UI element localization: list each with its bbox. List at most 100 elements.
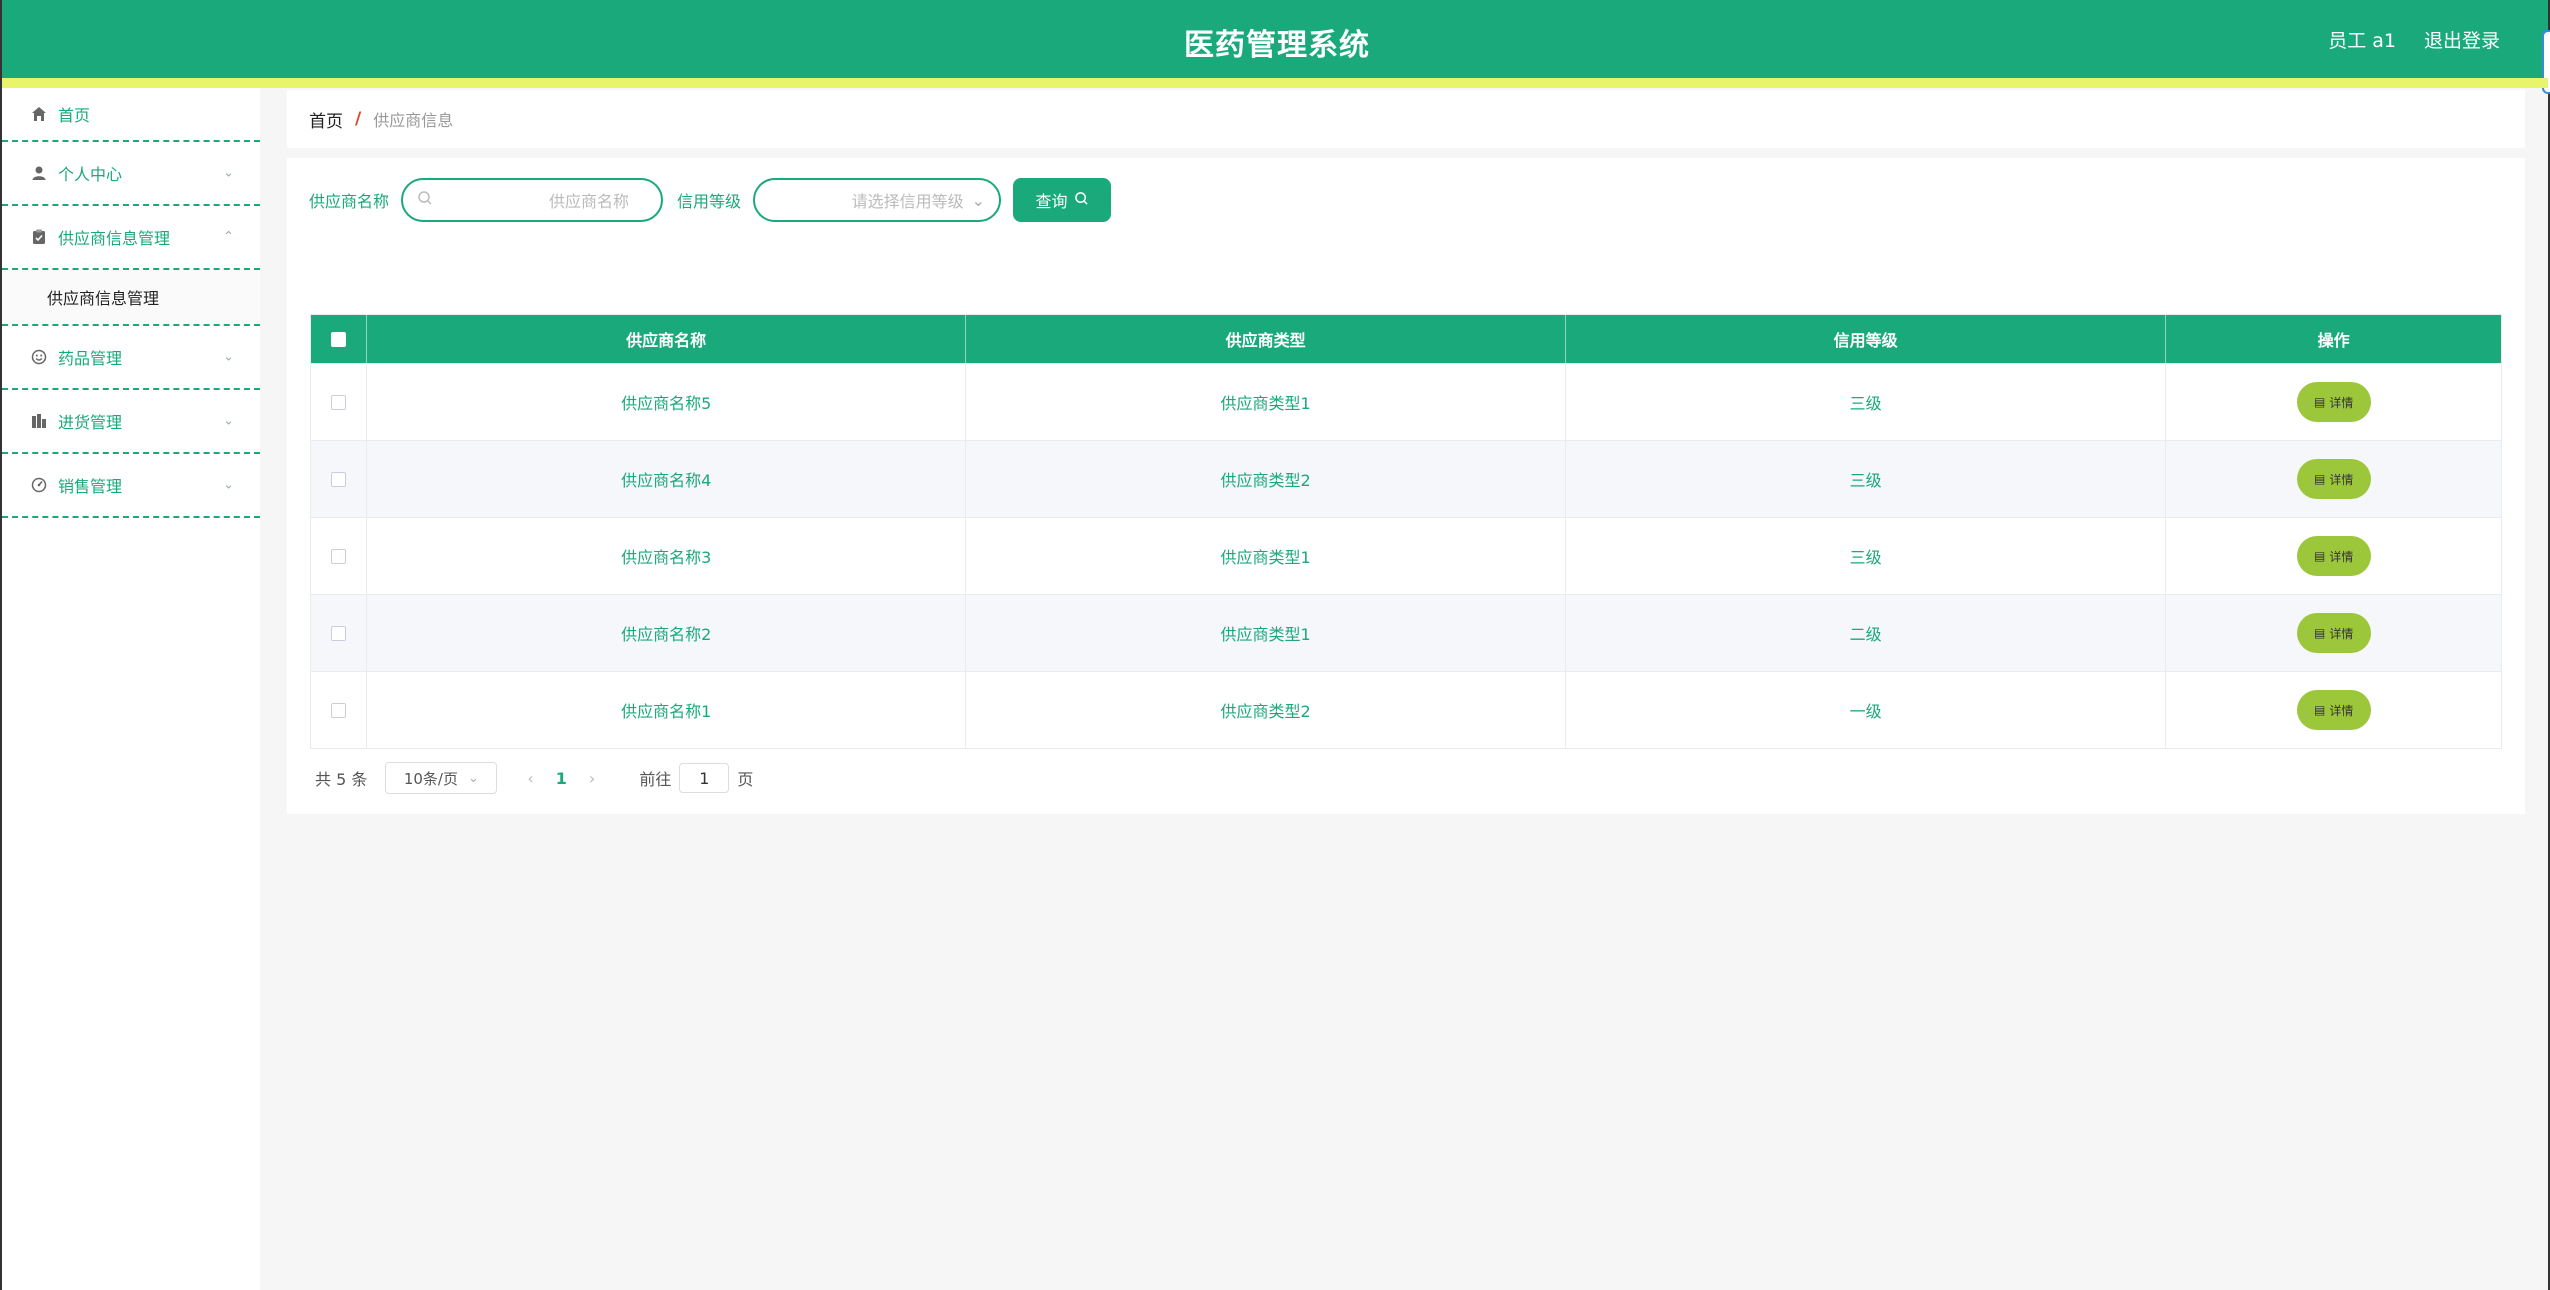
breadcrumb: 首页 / 供应商信息	[287, 90, 2525, 148]
sidebar-item-label: 销售管理	[58, 477, 123, 496]
supplier-name-placeholder: 供应商名称	[549, 192, 630, 211]
next-page-icon[interactable]: ›	[589, 769, 595, 788]
sidebar-item-sales-management[interactable]: 销售管理 ⌄	[2, 454, 260, 518]
prev-page-icon[interactable]: ‹	[527, 769, 533, 788]
app-title: 医药管理系统	[1184, 28, 1370, 63]
detail-button[interactable]: ▤ 详情	[2296, 382, 2371, 422]
sidebar-item-label: 进货管理	[58, 413, 123, 432]
home-icon	[30, 105, 48, 123]
document-icon: ▤	[2313, 395, 2326, 409]
top-header: 医药管理系统 员工 a1 退出登录	[2, 0, 2550, 94]
query-button[interactable]: 查询	[1013, 178, 1112, 222]
supplier-table: 供应商名称 供应商类型 信用等级 操作 供应商名称5 供应商类型1 三级 ▤ 详…	[310, 314, 2502, 749]
search-icon	[417, 190, 433, 210]
detail-button-label: 详情	[2329, 626, 2354, 641]
detail-button-label: 详情	[2329, 472, 2354, 487]
action-cell: ▤ 详情	[2166, 441, 2501, 517]
goto-label: 前往	[639, 770, 672, 789]
breadcrumb-home[interactable]: 首页	[309, 107, 343, 132]
supplier-name-cell: 供应商名称3	[367, 518, 967, 594]
supplier-name-cell: 供应商名称4	[367, 441, 967, 517]
select-all-checkbox[interactable]	[330, 331, 346, 347]
pagination: 共 5 条 10条/页 ⌄ ‹ 1 › 前往 1 页	[315, 762, 753, 794]
credit-level-cell: 三级	[1566, 518, 2167, 594]
user-icon	[30, 164, 48, 182]
chevron-down-icon: ⌄	[223, 349, 234, 365]
action-cell: ▤ 详情	[2166, 518, 2501, 594]
credit-level-cell: 一级	[1566, 672, 2167, 748]
action-cell: ▤ 详情	[2166, 364, 2501, 440]
row-checkbox[interactable]	[330, 394, 346, 410]
goto-page-input[interactable]: 1	[679, 763, 730, 793]
chevron-down-icon: ⌄	[223, 413, 234, 429]
chevron-down-icon: ⌄	[467, 770, 479, 786]
row-checkbox[interactable]	[330, 625, 346, 641]
supplier-name-label: 供应商名称	[309, 192, 390, 211]
supplier-name-cell: 供应商名称1	[367, 672, 967, 748]
supplier-type-cell: 供应商类型2	[966, 441, 1566, 517]
document-icon: ▤	[2313, 703, 2326, 717]
table-row: 供应商名称4 供应商类型2 三级 ▤ 详情	[311, 440, 2501, 517]
sidebar-item-label: 首页	[58, 106, 91, 125]
search-icon	[1074, 191, 1089, 210]
credit-level-select[interactable]: 请选择信用等级 ⌄	[753, 178, 1002, 222]
select-all-cell	[311, 315, 367, 363]
detail-button[interactable]: ▤ 详情	[2296, 613, 2371, 653]
sidebar-item-home[interactable]: 首页	[2, 88, 260, 142]
column-header[interactable]: 信用等级	[1566, 315, 2167, 363]
breadcrumb-separator: /	[355, 109, 362, 129]
action-cell: ▤ 详情	[2166, 595, 2501, 671]
column-header[interactable]: 供应商类型	[966, 315, 1566, 363]
credit-level-cell: 三级	[1566, 364, 2167, 440]
document-icon: ▤	[2313, 626, 2326, 640]
sidebar-item-label: 药品管理	[58, 349, 123, 368]
sidebar-item-personal-center[interactable]: 个人中心 ⌄	[2, 142, 260, 206]
row-checkbox-cell	[311, 364, 367, 440]
row-checkbox[interactable]	[330, 471, 346, 487]
sidebar-subitem-supplier-info[interactable]: 供应商信息管理	[2, 270, 260, 326]
page-size-select[interactable]: 10条/页 ⌄	[385, 762, 498, 794]
user-name[interactable]: 员工 a1	[2328, 26, 2396, 53]
supplier-type-cell: 供应商类型1	[966, 595, 1566, 671]
sidebar: 首页 个人中心 ⌄ 供应商信息管理 ⌃ 供应商信息管理 药品管理 ⌄ 进货管理 …	[2, 88, 260, 1290]
page-size-value: 10条/页	[403, 769, 458, 788]
chevron-down-icon: ⌄	[223, 477, 234, 493]
row-checkbox[interactable]	[330, 702, 346, 718]
row-checkbox-cell	[311, 441, 367, 517]
gauge-icon	[30, 476, 48, 494]
chevron-down-icon: ⌄	[223, 165, 234, 181]
sidebar-item-supplier-management[interactable]: 供应商信息管理 ⌃	[2, 206, 260, 270]
table-row: 供应商名称2 供应商类型1 二级 ▤ 详情	[311, 594, 2501, 671]
page-number-current[interactable]: 1	[556, 769, 567, 788]
table-row: 供应商名称1 供应商类型2 一级 ▤ 详情	[311, 671, 2501, 748]
supplier-type-cell: 供应商类型2	[966, 672, 1566, 748]
chevron-down-icon: ⌄	[971, 190, 986, 210]
sidebar-item-label: 个人中心	[58, 165, 123, 184]
detail-button-label: 详情	[2329, 703, 2354, 718]
row-checkbox[interactable]	[330, 548, 346, 564]
clipboard-icon	[30, 228, 48, 246]
credit-level-cell: 三级	[1566, 441, 2167, 517]
row-checkbox-cell	[311, 672, 367, 748]
detail-button[interactable]: ▤ 详情	[2296, 536, 2371, 576]
header-accent-strip	[2, 78, 2548, 88]
credit-level-label: 信用等级	[677, 192, 742, 211]
sidebar-item-purchase-management[interactable]: 进货管理 ⌄	[2, 390, 260, 454]
detail-button[interactable]: ▤ 详情	[2296, 459, 2371, 499]
logout-button[interactable]: 退出登录	[2424, 26, 2500, 53]
supplier-name-input[interactable]: 供应商名称	[401, 178, 664, 222]
document-icon: ▤	[2313, 472, 2326, 486]
detail-button[interactable]: ▤ 详情	[2296, 690, 2371, 730]
query-button-label: 查询	[1035, 192, 1068, 211]
row-checkbox-cell	[311, 518, 367, 594]
search-bar: 供应商名称 供应商名称 信用等级 请选择信用等级 ⌄ 查询	[309, 178, 1112, 222]
table-row: 供应商名称3 供应商类型1 三级 ▤ 详情	[311, 517, 2501, 594]
credit-level-placeholder: 请选择信用等级	[851, 192, 964, 211]
credit-level-cell: 二级	[1566, 595, 2167, 671]
sidebar-item-label: 供应商信息管理	[58, 229, 171, 248]
main-panel: 供应商名称 供应商名称 信用等级 请选择信用等级 ⌄ 查询 供应商名称 供应商类…	[287, 158, 2525, 814]
smile-icon	[30, 348, 48, 366]
sidebar-item-drug-management[interactable]: 药品管理 ⌄	[2, 326, 260, 390]
action-cell: ▤ 详情	[2166, 672, 2501, 748]
column-header[interactable]: 供应商名称	[367, 315, 967, 363]
